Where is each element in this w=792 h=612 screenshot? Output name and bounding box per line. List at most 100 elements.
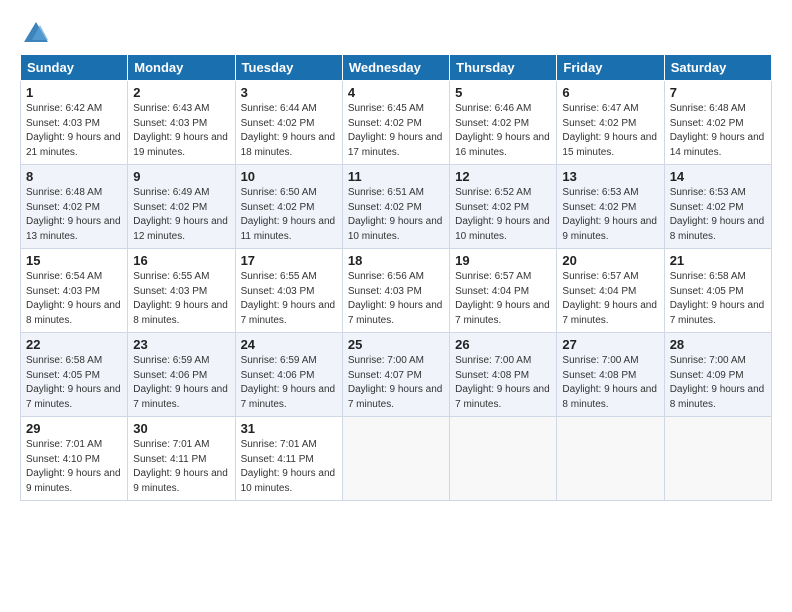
- calendar-cell: 29 Sunrise: 7:01 AM Sunset: 4:10 PM Dayl…: [21, 417, 128, 501]
- calendar-cell: 19 Sunrise: 6:57 AM Sunset: 4:04 PM Dayl…: [450, 249, 557, 333]
- day-number: 22: [26, 337, 122, 352]
- calendar-cell: 16 Sunrise: 6:55 AM Sunset: 4:03 PM Dayl…: [128, 249, 235, 333]
- day-number: 23: [133, 337, 229, 352]
- day-info: Sunrise: 7:00 AM Sunset: 4:08 PM Dayligh…: [562, 354, 658, 412]
- day-info: Sunrise: 6:53 AM Sunset: 4:02 PM Dayligh…: [670, 186, 766, 244]
- day-info: Sunrise: 6:58 AM Sunset: 4:05 PM Dayligh…: [670, 270, 766, 328]
- calendar-cell: 24 Sunrise: 6:59 AM Sunset: 4:06 PM Dayl…: [235, 333, 342, 417]
- day-info: Sunrise: 6:59 AM Sunset: 4:06 PM Dayligh…: [133, 354, 229, 412]
- calendar-cell: 9 Sunrise: 6:49 AM Sunset: 4:02 PM Dayli…: [128, 165, 235, 249]
- day-info: Sunrise: 6:55 AM Sunset: 4:03 PM Dayligh…: [241, 270, 337, 328]
- header: [20, 16, 772, 44]
- day-info: Sunrise: 6:44 AM Sunset: 4:02 PM Dayligh…: [241, 102, 337, 160]
- day-info: Sunrise: 6:47 AM Sunset: 4:02 PM Dayligh…: [562, 102, 658, 160]
- calendar-cell: 11 Sunrise: 6:51 AM Sunset: 4:02 PM Dayl…: [342, 165, 449, 249]
- calendar-cell: 7 Sunrise: 6:48 AM Sunset: 4:02 PM Dayli…: [664, 81, 771, 165]
- calendar-cell: 12 Sunrise: 6:52 AM Sunset: 4:02 PM Dayl…: [450, 165, 557, 249]
- day-number: 8: [26, 169, 122, 184]
- calendar-cell: 13 Sunrise: 6:53 AM Sunset: 4:02 PM Dayl…: [557, 165, 664, 249]
- day-info: Sunrise: 6:56 AM Sunset: 4:03 PM Dayligh…: [348, 270, 444, 328]
- day-number: 4: [348, 85, 444, 100]
- weekday-header: Friday: [557, 55, 664, 81]
- calendar-cell: 3 Sunrise: 6:44 AM Sunset: 4:02 PM Dayli…: [235, 81, 342, 165]
- day-info: Sunrise: 6:58 AM Sunset: 4:05 PM Dayligh…: [26, 354, 122, 412]
- calendar-cell: 15 Sunrise: 6:54 AM Sunset: 4:03 PM Dayl…: [21, 249, 128, 333]
- day-info: Sunrise: 6:57 AM Sunset: 4:04 PM Dayligh…: [562, 270, 658, 328]
- day-number: 7: [670, 85, 766, 100]
- day-number: 19: [455, 253, 551, 268]
- calendar-cell: 23 Sunrise: 6:59 AM Sunset: 4:06 PM Dayl…: [128, 333, 235, 417]
- day-number: 16: [133, 253, 229, 268]
- day-info: Sunrise: 7:00 AM Sunset: 4:08 PM Dayligh…: [455, 354, 551, 412]
- day-number: 28: [670, 337, 766, 352]
- day-number: 18: [348, 253, 444, 268]
- calendar-cell: 2 Sunrise: 6:43 AM Sunset: 4:03 PM Dayli…: [128, 81, 235, 165]
- day-number: 13: [562, 169, 658, 184]
- weekday-header: Saturday: [664, 55, 771, 81]
- day-info: Sunrise: 6:53 AM Sunset: 4:02 PM Dayligh…: [562, 186, 658, 244]
- day-number: 5: [455, 85, 551, 100]
- day-number: 12: [455, 169, 551, 184]
- calendar-cell: 22 Sunrise: 6:58 AM Sunset: 4:05 PM Dayl…: [21, 333, 128, 417]
- day-info: Sunrise: 7:01 AM Sunset: 4:10 PM Dayligh…: [26, 438, 122, 496]
- day-info: Sunrise: 6:42 AM Sunset: 4:03 PM Dayligh…: [26, 102, 122, 160]
- calendar-cell: 20 Sunrise: 6:57 AM Sunset: 4:04 PM Dayl…: [557, 249, 664, 333]
- calendar-cell: 6 Sunrise: 6:47 AM Sunset: 4:02 PM Dayli…: [557, 81, 664, 165]
- calendar-cell: 1 Sunrise: 6:42 AM Sunset: 4:03 PM Dayli…: [21, 81, 128, 165]
- day-info: Sunrise: 6:49 AM Sunset: 4:02 PM Dayligh…: [133, 186, 229, 244]
- day-number: 11: [348, 169, 444, 184]
- calendar-cell: [450, 417, 557, 501]
- calendar-cell: 30 Sunrise: 7:01 AM Sunset: 4:11 PM Dayl…: [128, 417, 235, 501]
- day-info: Sunrise: 6:46 AM Sunset: 4:02 PM Dayligh…: [455, 102, 551, 160]
- day-info: Sunrise: 6:45 AM Sunset: 4:02 PM Dayligh…: [348, 102, 444, 160]
- day-info: Sunrise: 7:01 AM Sunset: 4:11 PM Dayligh…: [241, 438, 337, 496]
- day-number: 15: [26, 253, 122, 268]
- logo: [20, 20, 50, 44]
- calendar-cell: 25 Sunrise: 7:00 AM Sunset: 4:07 PM Dayl…: [342, 333, 449, 417]
- day-info: Sunrise: 7:01 AM Sunset: 4:11 PM Dayligh…: [133, 438, 229, 496]
- day-number: 31: [241, 421, 337, 436]
- day-info: Sunrise: 6:54 AM Sunset: 4:03 PM Dayligh…: [26, 270, 122, 328]
- calendar-cell: 5 Sunrise: 6:46 AM Sunset: 4:02 PM Dayli…: [450, 81, 557, 165]
- day-info: Sunrise: 7:00 AM Sunset: 4:09 PM Dayligh…: [670, 354, 766, 412]
- weekday-header: Tuesday: [235, 55, 342, 81]
- day-info: Sunrise: 6:48 AM Sunset: 4:02 PM Dayligh…: [26, 186, 122, 244]
- day-number: 30: [133, 421, 229, 436]
- calendar-cell: 31 Sunrise: 7:01 AM Sunset: 4:11 PM Dayl…: [235, 417, 342, 501]
- day-info: Sunrise: 6:48 AM Sunset: 4:02 PM Dayligh…: [670, 102, 766, 160]
- day-number: 29: [26, 421, 122, 436]
- calendar-cell: 8 Sunrise: 6:48 AM Sunset: 4:02 PM Dayli…: [21, 165, 128, 249]
- weekday-header: Monday: [128, 55, 235, 81]
- calendar-cell: 27 Sunrise: 7:00 AM Sunset: 4:08 PM Dayl…: [557, 333, 664, 417]
- day-info: Sunrise: 6:43 AM Sunset: 4:03 PM Dayligh…: [133, 102, 229, 160]
- calendar-cell: 18 Sunrise: 6:56 AM Sunset: 4:03 PM Dayl…: [342, 249, 449, 333]
- calendar-cell: 26 Sunrise: 7:00 AM Sunset: 4:08 PM Dayl…: [450, 333, 557, 417]
- logo-icon: [22, 20, 50, 48]
- calendar-cell: 14 Sunrise: 6:53 AM Sunset: 4:02 PM Dayl…: [664, 165, 771, 249]
- weekday-header: Thursday: [450, 55, 557, 81]
- calendar-table: SundayMondayTuesdayWednesdayThursdayFrid…: [20, 54, 772, 501]
- page: SundayMondayTuesdayWednesdayThursdayFrid…: [0, 0, 792, 612]
- day-number: 14: [670, 169, 766, 184]
- weekday-header: Sunday: [21, 55, 128, 81]
- calendar-cell: 10 Sunrise: 6:50 AM Sunset: 4:02 PM Dayl…: [235, 165, 342, 249]
- day-number: 17: [241, 253, 337, 268]
- day-number: 6: [562, 85, 658, 100]
- calendar-cell: [557, 417, 664, 501]
- day-number: 21: [670, 253, 766, 268]
- day-info: Sunrise: 6:59 AM Sunset: 4:06 PM Dayligh…: [241, 354, 337, 412]
- calendar-cell: [664, 417, 771, 501]
- day-info: Sunrise: 6:55 AM Sunset: 4:03 PM Dayligh…: [133, 270, 229, 328]
- calendar-cell: 4 Sunrise: 6:45 AM Sunset: 4:02 PM Dayli…: [342, 81, 449, 165]
- day-number: 2: [133, 85, 229, 100]
- day-number: 25: [348, 337, 444, 352]
- day-number: 24: [241, 337, 337, 352]
- weekday-header: Wednesday: [342, 55, 449, 81]
- day-number: 9: [133, 169, 229, 184]
- calendar-cell: 21 Sunrise: 6:58 AM Sunset: 4:05 PM Dayl…: [664, 249, 771, 333]
- calendar-cell: 28 Sunrise: 7:00 AM Sunset: 4:09 PM Dayl…: [664, 333, 771, 417]
- day-info: Sunrise: 6:57 AM Sunset: 4:04 PM Dayligh…: [455, 270, 551, 328]
- day-number: 20: [562, 253, 658, 268]
- day-info: Sunrise: 6:52 AM Sunset: 4:02 PM Dayligh…: [455, 186, 551, 244]
- calendar-cell: 17 Sunrise: 6:55 AM Sunset: 4:03 PM Dayl…: [235, 249, 342, 333]
